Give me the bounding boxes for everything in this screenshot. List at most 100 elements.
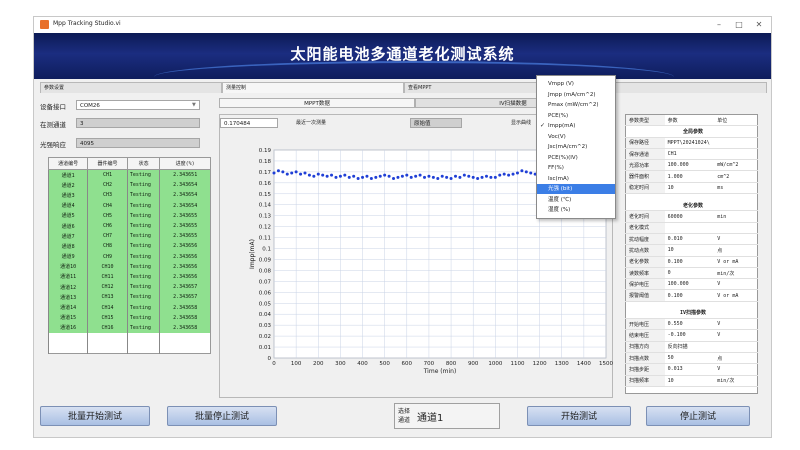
curve-menu-item[interactable]: ✓ Impp(mA) xyxy=(537,121,615,131)
param-value[interactable]: -0.100 xyxy=(664,329,715,342)
param-unit: min/次 xyxy=(714,267,758,280)
param-name: 光源功率 xyxy=(625,159,665,172)
y-tick-label: 0.19 xyxy=(259,148,272,154)
tab-measurement-control[interactable]: 测量控制 xyxy=(222,82,404,93)
stop-test-button[interactable]: 停止测试 xyxy=(646,406,750,426)
curve-menu-item[interactable]: PCE(%)(IV) xyxy=(537,153,615,163)
minimize-button[interactable]: – xyxy=(710,19,728,31)
table-cell: CH5 xyxy=(87,210,128,221)
param-value[interactable]: 10 xyxy=(664,182,715,195)
table-cell: 通道15 xyxy=(47,312,88,323)
curve-menu-item-label: PCE(%) xyxy=(548,112,569,119)
start-test-button[interactable]: 开始测试 xyxy=(527,406,631,426)
table-cell: 2.343651 xyxy=(159,169,211,181)
channel-status-table: 通道编号 器件编号 状态 进度(%) 通道1 CH1 Testing 2.343651… xyxy=(47,157,211,354)
data-point xyxy=(431,175,435,179)
data-point xyxy=(449,176,453,180)
table-cell: CH2 xyxy=(87,180,128,191)
param-unit: V xyxy=(714,363,758,376)
param-name: 老化时间 xyxy=(625,210,665,223)
param-name: 报警阈值 xyxy=(625,289,665,302)
maximize-button[interactable]: □ xyxy=(730,19,748,31)
table-cell: 通道13 xyxy=(47,292,88,303)
curve-menu-item[interactable]: Isc(mA) xyxy=(537,174,615,184)
param-value[interactable]: CH1 xyxy=(664,148,715,161)
curve-menu-item[interactable]: Vmpp (V) xyxy=(537,79,615,89)
batch-start-button[interactable]: 批量开始测试 xyxy=(40,406,150,426)
param-value[interactable]: 0.013 xyxy=(664,363,715,376)
param-name: 老化模式 xyxy=(625,222,665,234)
param-unit: ms xyxy=(714,182,758,195)
param-row: 扰动幅度 0.010 V xyxy=(625,233,758,246)
table-row: 通道12 CH12 Testing 2.343657 xyxy=(47,282,211,293)
curve-menu-item[interactable]: PCE(%) xyxy=(537,111,615,121)
param-value[interactable]: 0.100 xyxy=(664,256,715,268)
table-header-row: 通道编号 器件编号 状态 进度(%) xyxy=(47,157,211,170)
curve-menu-item[interactable]: 湿度 (%) xyxy=(537,205,615,215)
close-button[interactable]: ✕ xyxy=(750,19,768,31)
data-point xyxy=(409,175,413,179)
param-section-row: 全局参数 xyxy=(625,125,758,138)
param-value[interactable]: 60000 xyxy=(664,210,715,223)
data-point xyxy=(489,175,493,179)
curve-menu-item[interactable]: Jsc(mA/cm^2) xyxy=(537,142,615,152)
param-value[interactable]: 10 xyxy=(664,244,715,257)
curve-menu-item[interactable]: 光强 (bit) xyxy=(537,184,615,194)
channel-select[interactable]: 选择 通道 通道1 xyxy=(394,403,500,429)
value-source-select[interactable]: 原始值 xyxy=(410,118,462,128)
data-point xyxy=(502,172,506,176)
param-value[interactable]: 100.000 xyxy=(664,278,715,291)
table-cell: Testing xyxy=(126,261,160,272)
data-point xyxy=(515,171,519,175)
param-value[interactable]: 1.000 xyxy=(664,170,715,183)
data-point xyxy=(436,176,440,180)
param-value[interactable] xyxy=(664,222,715,234)
display-curve-label: 显示曲线 xyxy=(511,120,532,126)
data-point xyxy=(529,171,533,175)
param-value[interactable]: 0.010 xyxy=(664,233,715,246)
curve-menu-item[interactable]: FF(%) xyxy=(537,163,615,173)
tab-parameter-settings[interactable]: 参数设置 xyxy=(40,82,222,93)
param-value[interactable]: MPPT\20241024\ xyxy=(664,137,715,149)
table-cell xyxy=(126,343,160,354)
table-cell: CH15 xyxy=(87,312,128,323)
param-value[interactable]: 0 xyxy=(664,267,715,280)
param-value[interactable]: 10 xyxy=(664,375,715,387)
data-point xyxy=(352,174,356,178)
param-cell: 参数 xyxy=(664,114,715,127)
param-value[interactable]: 100.000 xyxy=(664,159,715,172)
table-cell: 2.343656 xyxy=(159,261,211,272)
table-row: 通道8 CH8 Testing 2.343656 xyxy=(47,241,211,252)
data-point xyxy=(405,173,409,177)
tab-mppt-data[interactable]: MPPT数据 xyxy=(219,98,415,108)
device-port-select[interactable]: COM26 ▼ xyxy=(76,100,200,110)
table-cell: Testing xyxy=(126,220,160,232)
column-header: 通道编号 xyxy=(47,157,89,170)
table-cell: CH7 xyxy=(87,231,128,242)
curve-menu-item[interactable]: Pmax (mW/cm^2) xyxy=(537,100,615,110)
data-point xyxy=(418,173,422,177)
param-name: 老化参数 xyxy=(625,256,665,268)
table-cell: 2.343654 xyxy=(159,190,211,201)
curve-menu-item[interactable]: Voc(V) xyxy=(537,132,615,142)
param-value[interactable]: 50 xyxy=(664,352,715,365)
light-response-label: 光强响应 xyxy=(40,141,66,149)
curve-menu-item[interactable]: 温度 (℃) xyxy=(537,195,615,205)
param-value[interactable]: 0.550 xyxy=(664,318,715,331)
param-value[interactable]: 反向扫描 xyxy=(664,341,715,353)
table-row: 通道1 CH1 Testing 2.343651 xyxy=(47,169,211,181)
curve-menu-item[interactable]: Jmpp (mA/cm^2) xyxy=(537,90,615,100)
curve-menu-item-label: Voc(V) xyxy=(548,133,566,140)
data-point xyxy=(290,171,294,175)
x-tick-label: 1200 xyxy=(533,361,547,367)
table-cell xyxy=(159,333,211,343)
x-tick-label: 400 xyxy=(357,361,368,367)
batch-stop-button[interactable]: 批量停止测试 xyxy=(167,406,277,426)
x-tick-label: 600 xyxy=(402,361,413,367)
param-cell: 参数类型 xyxy=(625,114,665,127)
table-cell: Testing xyxy=(126,241,160,252)
param-value[interactable]: 0.100 xyxy=(664,289,715,302)
column-header: 器件编号 xyxy=(87,157,128,170)
data-point xyxy=(507,173,511,177)
column-header: 状态 xyxy=(126,157,161,170)
